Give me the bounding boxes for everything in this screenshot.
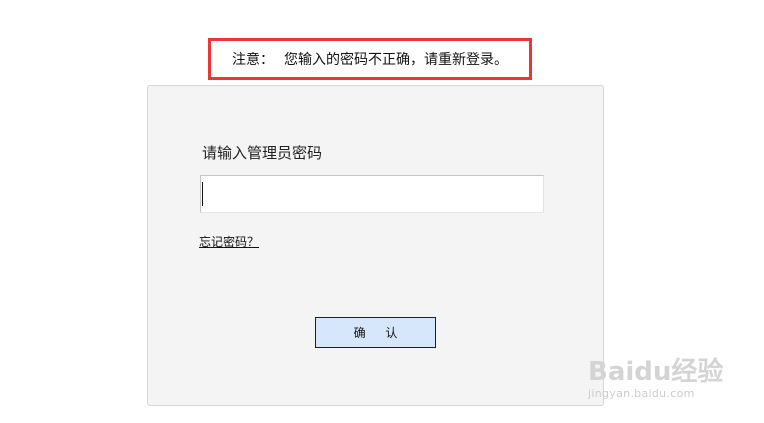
baidu-watermark: Baidu经验 jingyan.baidu.com xyxy=(588,343,758,405)
error-message: 您输入的密码不正确，请重新登录。 xyxy=(284,52,508,68)
notice-label: 注意： xyxy=(232,52,274,68)
confirm-button[interactable]: 确 认 xyxy=(315,317,436,348)
watermark-brand: Baidu经验 xyxy=(588,357,724,387)
password-prompt: 请输入管理员密码 xyxy=(202,144,323,162)
error-notice: 注意： 您输入的密码不正确，请重新登录。 xyxy=(208,38,532,80)
password-input[interactable] xyxy=(200,175,544,213)
text-caret xyxy=(202,182,203,206)
forgot-password-link[interactable]: 忘记密码？ xyxy=(199,233,259,250)
login-panel: 请输入管理员密码 忘记密码？ 确 认 xyxy=(147,85,604,406)
